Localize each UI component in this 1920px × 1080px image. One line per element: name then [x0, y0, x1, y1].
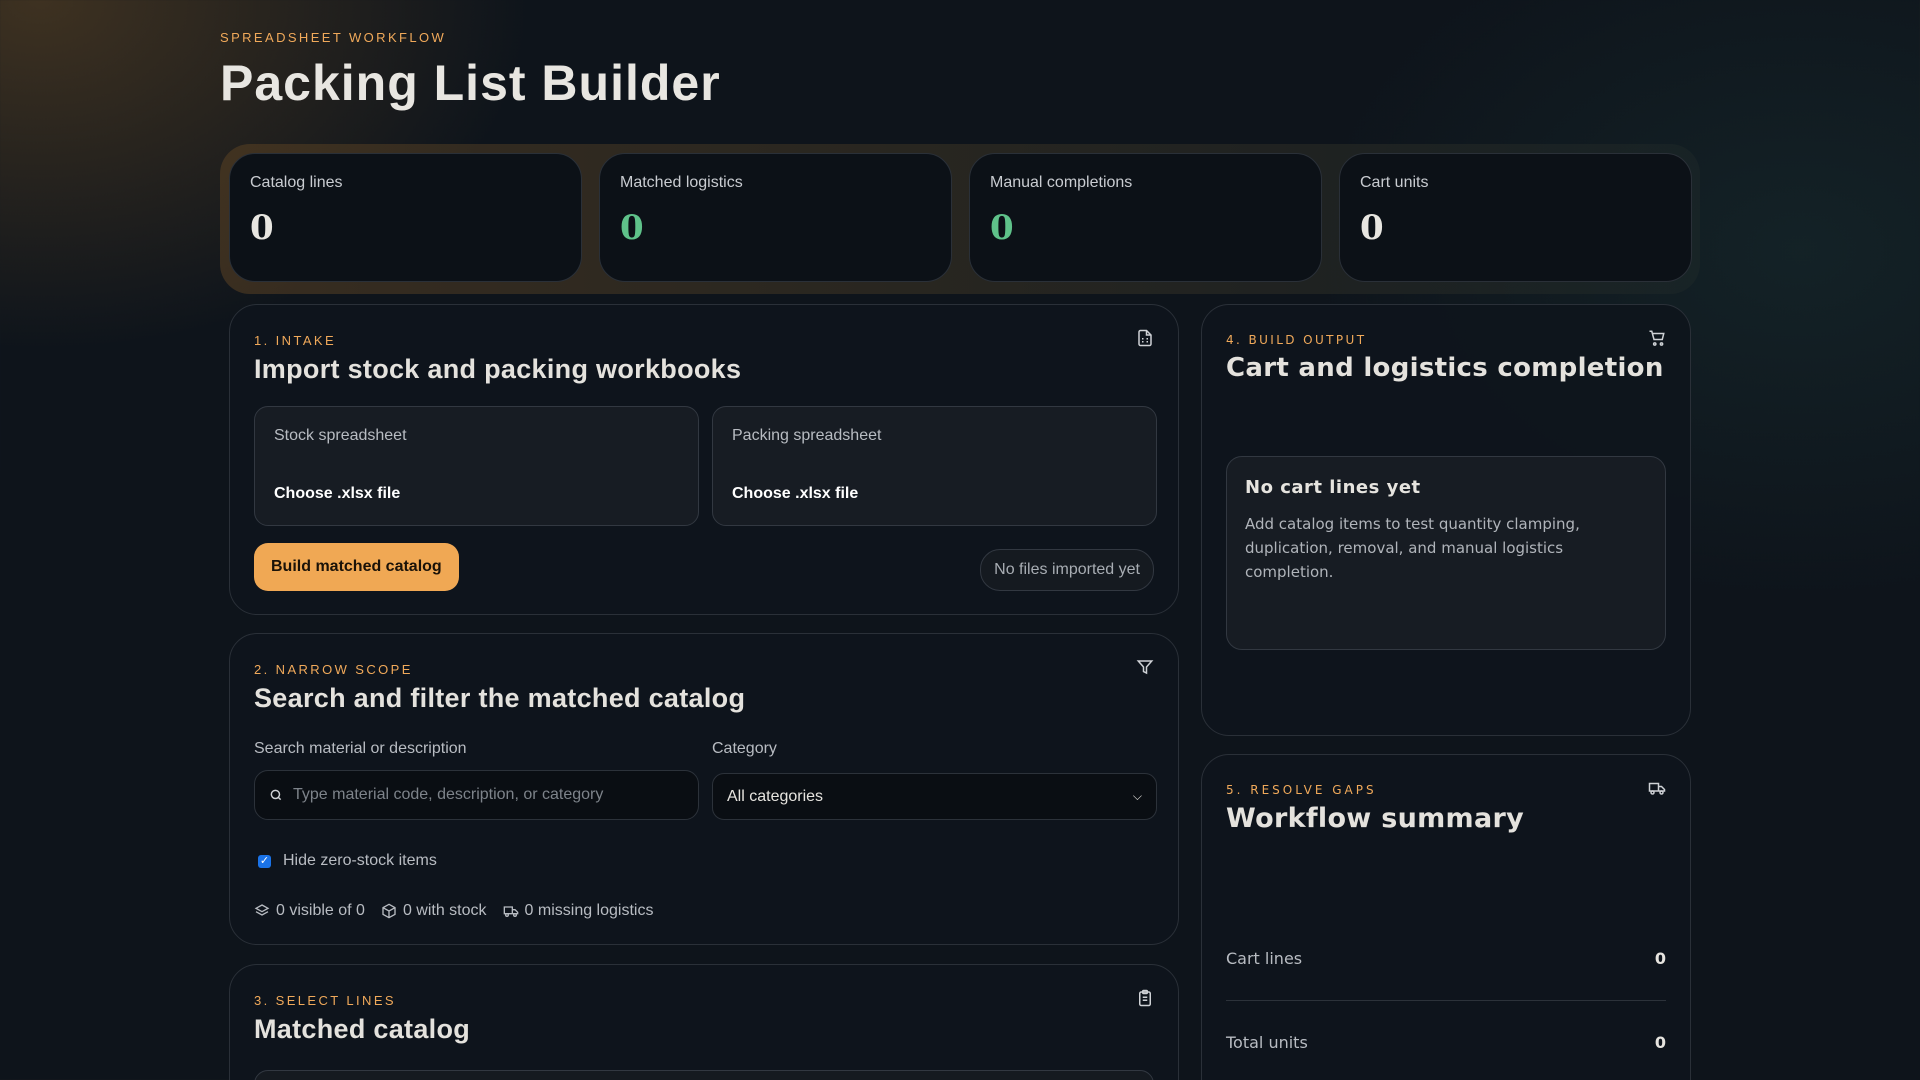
hide-zero-stock-checkbox[interactable]: ✓: [258, 854, 271, 868]
search-placeholder: Type material code, description, or cate…: [293, 786, 604, 803]
summary-title: Workflow summary: [1226, 803, 1525, 834]
stat-label: Cart units: [1360, 174, 1429, 191]
workflow-summary-card: 5. Resolve gaps Workflow summary Cart li…: [1201, 754, 1691, 1080]
scope-eyebrow: 2. Narrow scope: [254, 662, 413, 677]
stock-file-input[interactable]: Stock spreadsheet Choose .xlsx file: [254, 406, 699, 526]
build-output-card: 4. Build output Cart and logistics compl…: [1201, 304, 1691, 736]
stat-label: Catalog lines: [250, 174, 343, 191]
summary-label: Cart lines: [1226, 949, 1303, 968]
empty-cart-state: No cart lines yet Add catalog items to t…: [1226, 456, 1666, 650]
intake-title: Import stock and packing workbooks: [254, 354, 742, 384]
search-label: Search material or description: [254, 740, 467, 757]
stat-label: Matched logistics: [620, 174, 743, 191]
hide-zero-stock-label: Hide zero-stock items: [283, 852, 437, 869]
stat-value: 0: [1360, 208, 1384, 248]
divider: [1226, 1000, 1666, 1001]
spreadsheet-file-icon: [1138, 329, 1152, 347]
package-icon: [382, 903, 396, 919]
page-title: Packing List Builder: [220, 55, 721, 111]
clipboard-icon: [1139, 989, 1151, 1007]
with-stock-count: 0 with stock: [402, 902, 487, 919]
stat-value: 0: [620, 208, 644, 248]
packing-choose-file-button[interactable]: Choose .xlsx file: [732, 485, 1137, 503]
filter-icon: [1136, 660, 1154, 675]
catalog-table: [254, 1070, 1154, 1080]
output-eyebrow: 4. Build output: [1226, 333, 1367, 347]
stat-cart-units: Cart units 0: [1339, 153, 1692, 282]
catalog-counts: 0 visible of 0 0 with stock 0 missing lo…: [254, 902, 653, 920]
truck-icon: [1648, 782, 1666, 795]
truck-icon: [503, 906, 518, 917]
empty-cart-title: No cart lines yet: [1245, 477, 1421, 498]
search-icon: [270, 789, 282, 801]
summary-eyebrow: 5. Resolve gaps: [1226, 783, 1377, 797]
layers-icon: [254, 904, 270, 916]
stat-value: 0: [250, 208, 274, 248]
select-eyebrow: 3. Select lines: [254, 993, 396, 1008]
stat-catalog-lines: Catalog lines 0: [229, 153, 582, 282]
category-value: All categories: [727, 787, 824, 805]
visible-count: 0 visible of 0: [276, 902, 365, 919]
import-status-badge: No files imported yet: [980, 549, 1154, 591]
summary-value: 0: [1654, 949, 1666, 968]
chevron-down-icon: ⌵: [1132, 789, 1142, 803]
packing-file-input[interactable]: Packing spreadsheet Choose .xlsx file: [712, 406, 1157, 526]
cart-icon: [1649, 330, 1665, 346]
intake-eyebrow: 1. Intake: [254, 333, 337, 348]
page-eyebrow: Spreadsheet workflow: [220, 30, 447, 45]
empty-cart-text: Add catalog items to test quantity clamp…: [1245, 515, 1580, 581]
output-title: Cart and logistics completion: [1226, 353, 1664, 383]
stat-value: 0: [990, 208, 1014, 248]
stock-file-label: Stock spreadsheet: [274, 427, 407, 444]
category-select[interactable]: All categories ⌵: [712, 773, 1157, 820]
summary-row-cart-lines: Cart lines 0: [1226, 949, 1666, 968]
stat-label: Manual completions: [990, 174, 1133, 191]
scope-title: Search and filter the matched catalog: [254, 683, 746, 713]
packing-file-label: Packing spreadsheet: [732, 427, 882, 444]
summary-value: 0: [1654, 1033, 1666, 1052]
search-input[interactable]: Type material code, description, or cate…: [254, 770, 699, 820]
select-title: Matched catalog: [254, 1014, 471, 1044]
stock-choose-file-button[interactable]: Choose .xlsx file: [274, 485, 679, 503]
scope-card: 2. Narrow scope Search and filter the ma…: [229, 633, 1179, 945]
intake-card: 1. Intake Import stock and packing workb…: [229, 304, 1179, 615]
category-label: Category: [712, 740, 777, 757]
stat-manual-completions: Manual completions 0: [969, 153, 1322, 282]
select-lines-card: 3. Select lines Matched catalog: [229, 964, 1179, 1080]
missing-logistics-count: 0 missing logistics: [524, 902, 654, 919]
build-matched-catalog-button[interactable]: Build matched catalog: [254, 543, 459, 591]
summary-label: Total units: [1226, 1033, 1308, 1052]
summary-row-total-units: Total units 0: [1226, 1033, 1666, 1052]
stat-matched-logistics: Matched logistics 0: [599, 153, 952, 282]
